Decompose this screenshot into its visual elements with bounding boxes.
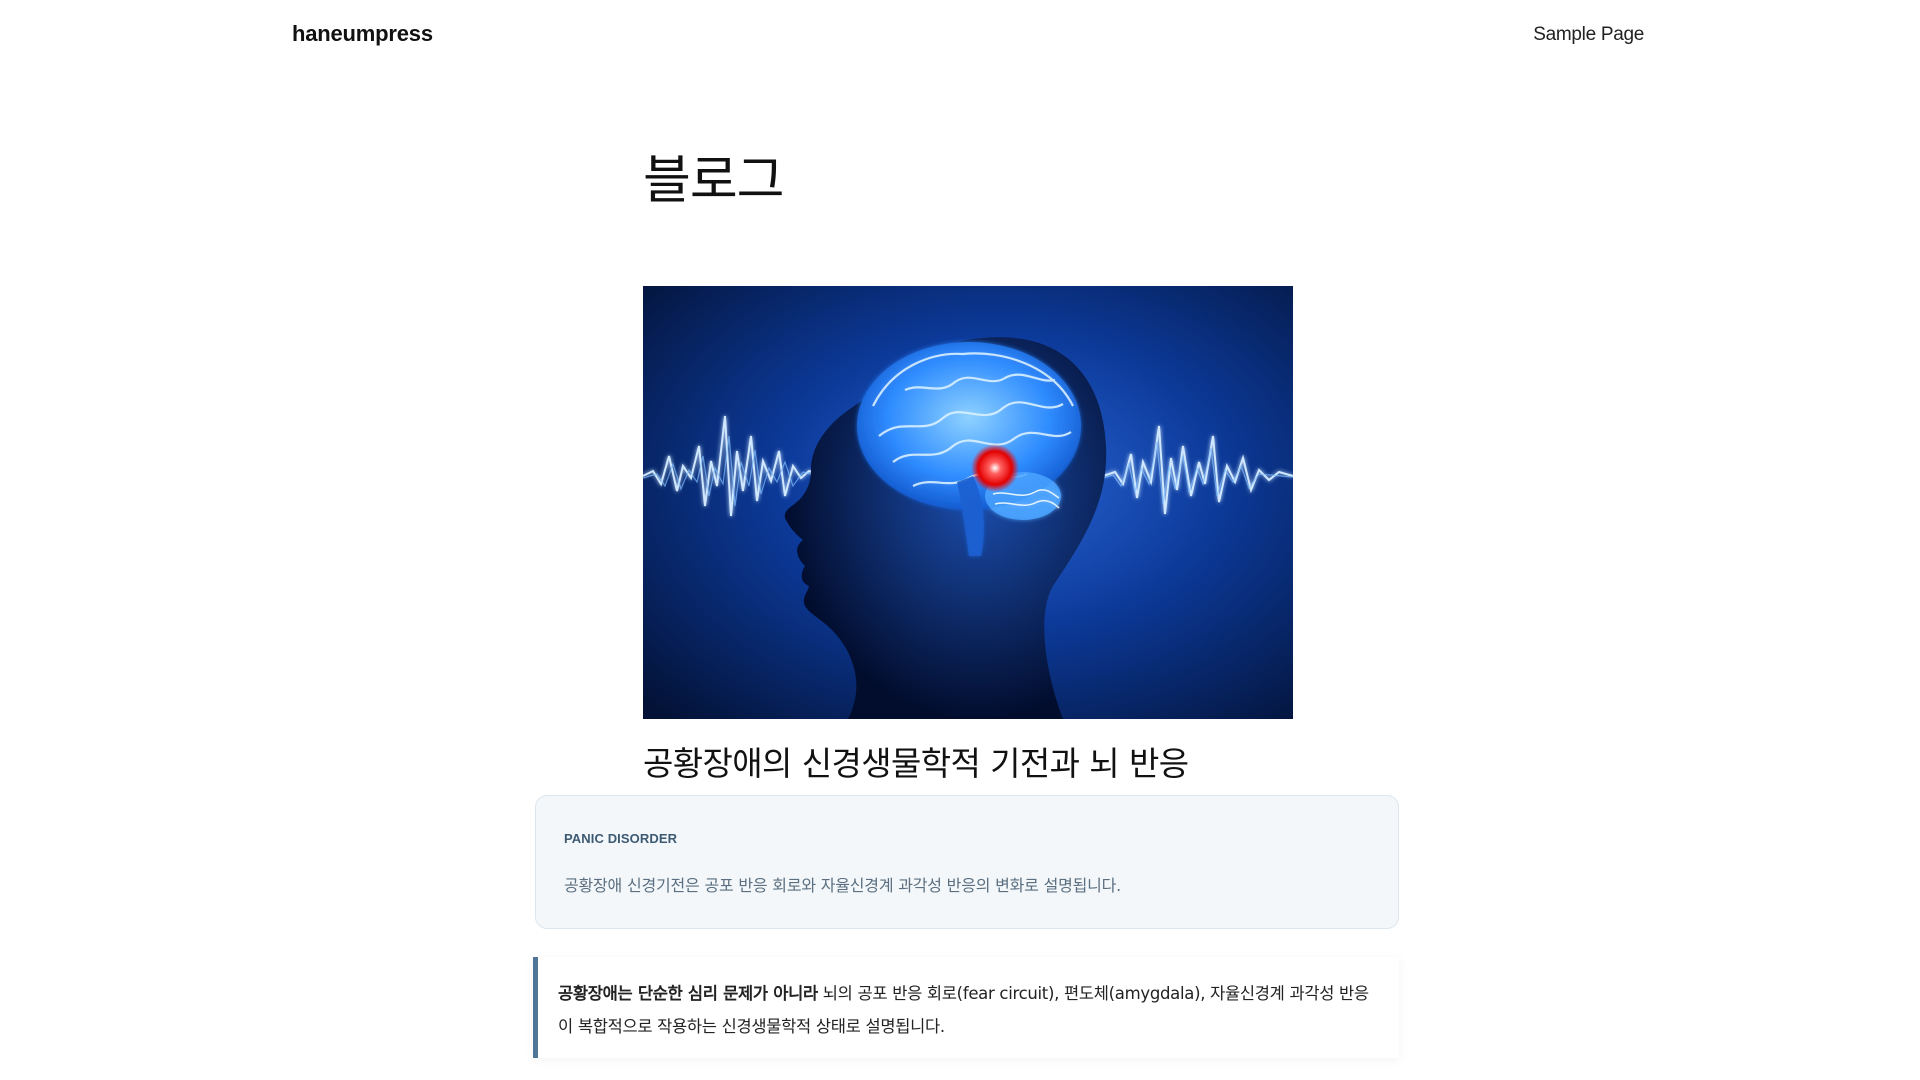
site-header: haneumpress Sample Page [0,0,1920,80]
quote-block: 공황장애는 단순한 심리 문제가 아니라 뇌의 공포 반응 회로(fear ci… [533,957,1399,1058]
amygdala-highlight [971,444,1019,492]
post-title[interactable]: 공황장애의 신경생물학적 기전과 뇌 반응 [643,737,1189,785]
summary-text: 공황장애 신경기전은 공포 반응 회로와 자율신경계 과각성 반응의 변화로 설… [564,876,1122,895]
page-title: 블로그 [643,151,785,211]
site-title-link[interactable]: haneumpress [292,21,433,47]
quote-bold-text: 공황장애는 단순한 심리 문제가 아니라 [558,984,818,1003]
nav-link-sample-page[interactable]: Sample Page [1533,24,1644,46]
summary-card: PANIC DISORDER 공황장애 신경기전은 공포 반응 회로와 자율신경… [535,795,1399,929]
featured-image[interactable] [643,286,1293,719]
summary-label: PANIC DISORDER [564,831,678,846]
